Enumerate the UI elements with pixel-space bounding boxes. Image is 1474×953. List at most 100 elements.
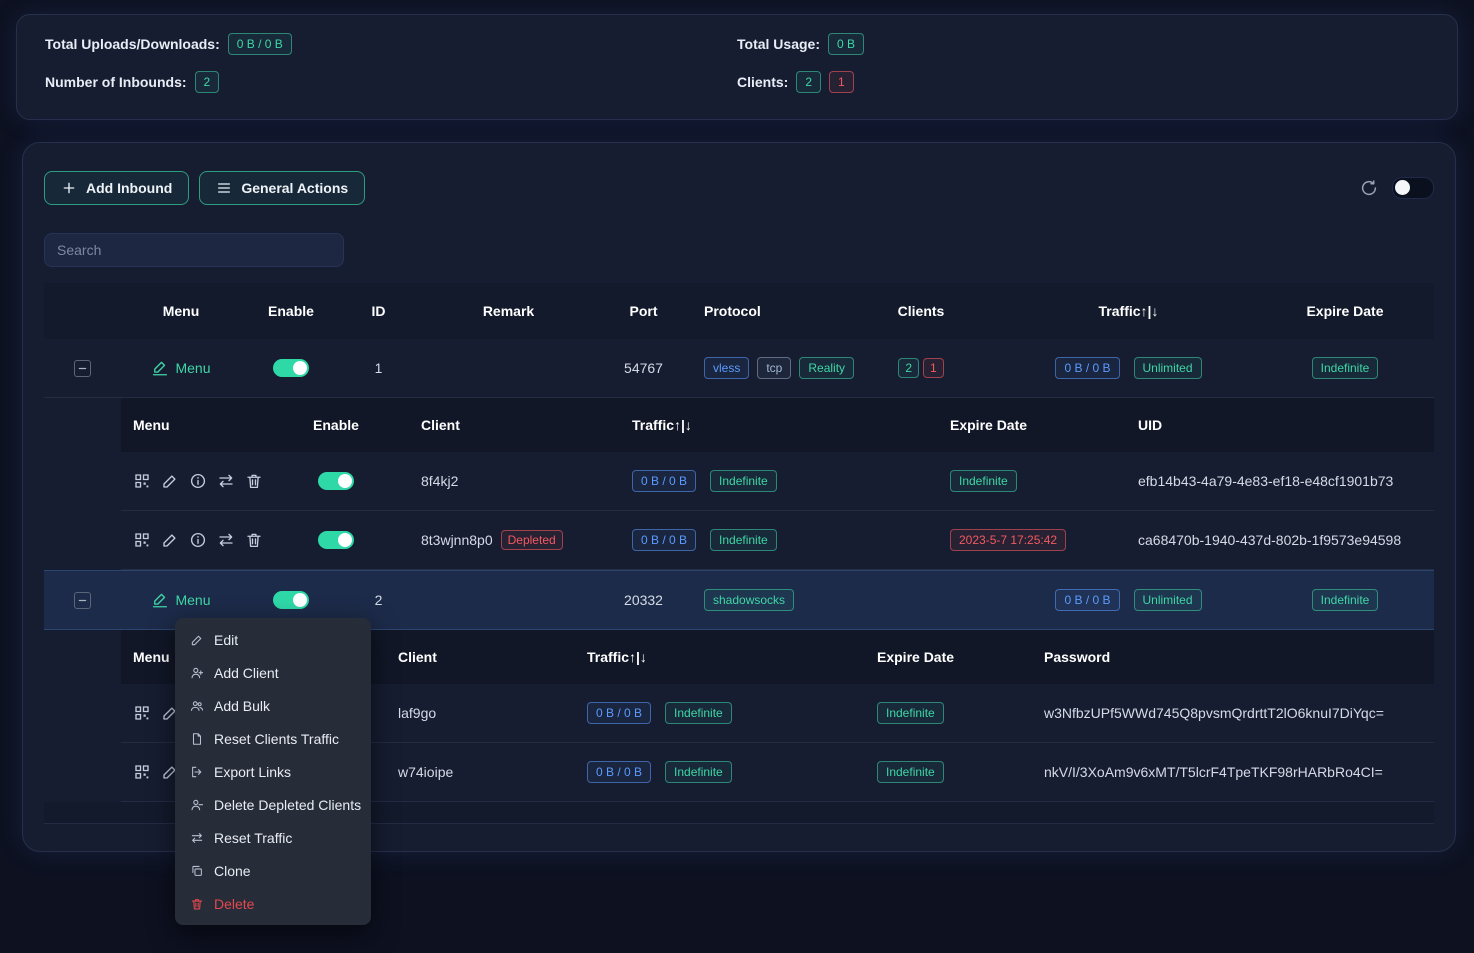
client-uid: ca68470b-1940-437d-802b-1f9573e94598 xyxy=(1138,532,1434,548)
stat-inbounds-count: Number of Inbounds: 2 xyxy=(45,71,737,93)
client-traffic-badge: 0 B / 0 B xyxy=(632,470,696,492)
add-inbound-label: Add Inbound xyxy=(86,180,172,196)
depleted-tag: Depleted xyxy=(501,530,563,550)
clients-depleted-badge: 1 xyxy=(923,358,944,378)
traffic-badge: 0 B / 0 B xyxy=(1055,357,1119,379)
client-traffic-badge: 0 B / 0 B xyxy=(587,702,651,724)
stat-total-usage: Total Usage: 0 B xyxy=(737,33,1429,55)
client-expire-badge: Indefinite xyxy=(950,470,1017,492)
clients-table-header: Menu Enable Client Traffic↑|↓ Expire Dat… xyxy=(121,398,1434,452)
edit-client-icon[interactable] xyxy=(161,472,179,490)
stat-usage-label: Total Usage: xyxy=(737,36,820,52)
client-limit-badge: Indefinite xyxy=(710,529,777,551)
header-port: Port xyxy=(601,303,686,319)
client-expire-badge: 2023-5-7 17:25:42 xyxy=(950,529,1066,551)
qr-code-icon[interactable] xyxy=(133,704,151,722)
inbound-1-clients-table: Menu Enable Client Traffic↑|↓ Expire Dat… xyxy=(121,398,1434,570)
qr-code-icon[interactable] xyxy=(133,472,151,490)
minus-icon xyxy=(77,595,88,606)
stat-clients-ok-value: 2 xyxy=(796,71,821,93)
sub-header-traffic-sort[interactable]: Traffic↑|↓ xyxy=(632,417,950,433)
collapse-row-button[interactable] xyxy=(74,360,91,377)
inbound-menu-button[interactable]: Menu xyxy=(151,591,210,609)
users-icon xyxy=(190,699,204,713)
collapse-row-button[interactable] xyxy=(74,592,91,609)
client-expire-badge: Indefinite xyxy=(877,761,944,783)
inbound-id: 1 xyxy=(341,360,416,376)
client-password: nkV/I/3XoAm9v6xMT/T5lcrF4TpeTKF98rHARbRo… xyxy=(1044,764,1434,780)
inbound-context-menu: Edit Add Client Add Bulk Reset Clients T… xyxy=(175,618,371,925)
inbounds-table-header: Menu Enable ID Remark Port Protocol Clie… xyxy=(44,283,1434,339)
traffic-badge: 0 B / 0 B xyxy=(1055,589,1119,611)
menu-item-reset-traffic[interactable]: Reset Traffic xyxy=(175,821,371,854)
stat-clients-depleted-value: 1 xyxy=(829,71,854,93)
trash-icon xyxy=(190,897,204,911)
theme-toggle[interactable] xyxy=(1392,177,1434,199)
client-enable-toggle[interactable] xyxy=(318,531,354,549)
menu-item-delete-depleted-clients[interactable]: Delete Depleted Clients xyxy=(175,788,371,821)
header-menu: Menu xyxy=(121,303,241,319)
header-id: ID xyxy=(341,303,416,319)
delete-client-icon[interactable] xyxy=(245,531,263,549)
stats-panel: Total Uploads/Downloads: 0 B / 0 B Total… xyxy=(16,14,1458,120)
general-actions-button[interactable]: General Actions xyxy=(199,171,365,205)
traffic-limit-badge: Unlimited xyxy=(1134,589,1202,611)
menu-item-add-bulk[interactable]: Add Bulk xyxy=(175,689,371,722)
clients-ok-badge: 2 xyxy=(898,358,919,378)
header-remark: Remark xyxy=(416,303,601,319)
reset-traffic-icon[interactable] xyxy=(217,472,235,490)
header-expire: Expire Date xyxy=(1256,303,1434,319)
sub-header-traffic-sort[interactable]: Traffic↑|↓ xyxy=(587,649,877,665)
sub-header-client: Client xyxy=(398,649,587,665)
enable-toggle[interactable] xyxy=(273,591,309,609)
file-icon xyxy=(190,732,204,746)
protocol-tag: shadowsocks xyxy=(704,589,794,611)
info-icon[interactable] xyxy=(189,531,207,549)
client-row: 8f4kj2 0 B / 0 B Indefinite Indefinite e… xyxy=(121,452,1434,511)
header-enable: Enable xyxy=(241,303,341,319)
menu-item-reset-clients-traffic[interactable]: Reset Clients Traffic xyxy=(175,722,371,755)
qr-code-icon[interactable] xyxy=(133,531,151,549)
client-limit-badge: Indefinite xyxy=(710,470,777,492)
inbound-menu-label: Menu xyxy=(175,360,210,376)
menu-item-add-client[interactable]: Add Client xyxy=(175,656,371,689)
edit-client-icon[interactable] xyxy=(161,531,179,549)
plus-icon xyxy=(61,180,77,196)
toolbar: Add Inbound General Actions xyxy=(44,171,1434,205)
transport-tag: tcp xyxy=(757,357,791,379)
delete-client-icon[interactable] xyxy=(245,472,263,490)
add-inbound-button[interactable]: Add Inbound xyxy=(44,171,189,205)
menu-item-edit[interactable]: Edit xyxy=(175,623,371,656)
inbound-id: 2 xyxy=(341,592,416,608)
enable-toggle[interactable] xyxy=(273,359,309,377)
info-icon[interactable] xyxy=(189,472,207,490)
sub-header-client: Client xyxy=(401,417,632,433)
refresh-icon[interactable] xyxy=(1360,179,1378,197)
client-name: 8t3wjnn8p0 xyxy=(421,532,493,548)
client-traffic-badge: 0 B / 0 B xyxy=(587,761,651,783)
client-traffic-badge: 0 B / 0 B xyxy=(632,529,696,551)
sub-header-expire: Expire Date xyxy=(877,649,1044,665)
sub-header-menu: Menu xyxy=(121,417,271,433)
client-limit-badge: Indefinite xyxy=(665,702,732,724)
qr-code-icon[interactable] xyxy=(133,763,151,781)
user-add-icon xyxy=(190,666,204,680)
reset-traffic-icon[interactable] xyxy=(217,531,235,549)
sub-header-password: Password xyxy=(1044,649,1434,665)
inbound-menu-button[interactable]: Menu xyxy=(151,359,210,377)
menu-item-delete[interactable]: Delete xyxy=(175,887,371,920)
client-enable-toggle[interactable] xyxy=(318,472,354,490)
stat-inbounds-value: 2 xyxy=(195,71,220,93)
menu-item-clone[interactable]: Clone xyxy=(175,854,371,887)
header-traffic-sort[interactable]: Traffic↑|↓ xyxy=(1001,303,1256,319)
client-name: laf9go xyxy=(398,705,587,721)
inbound-row-1: Menu 1 54767 vless tcp Reality 2 1 0 B /… xyxy=(44,339,1434,398)
search-input[interactable] xyxy=(44,233,344,267)
stat-clients-label: Clients: xyxy=(737,74,788,90)
swap-arrows-icon xyxy=(190,831,204,845)
menu-item-export-links[interactable]: Export Links xyxy=(175,755,371,788)
menu-lines-icon xyxy=(216,180,232,196)
user-remove-icon xyxy=(190,798,204,812)
client-name: 8f4kj2 xyxy=(401,473,632,489)
edit-icon xyxy=(190,633,204,647)
